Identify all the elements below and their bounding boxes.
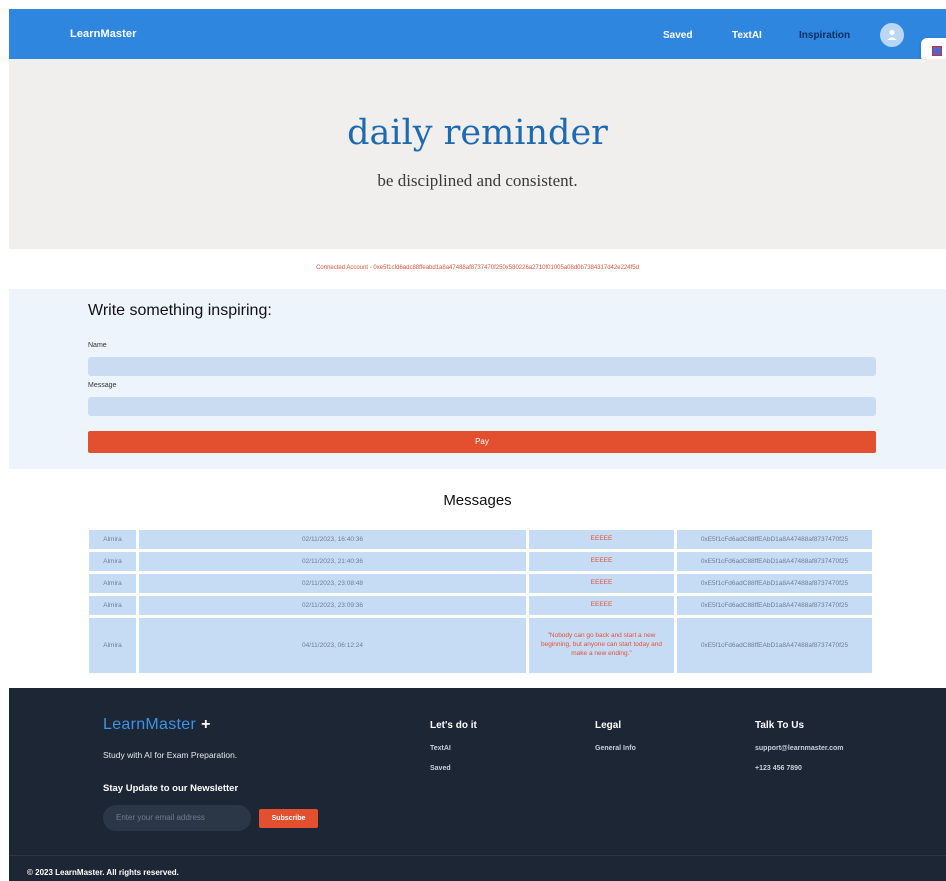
nav-textai[interactable]: TextAI (732, 30, 762, 41)
footer-brand[interactable]: LearnMaster + (103, 716, 211, 734)
table-row: Almira 02/11/2023, 23:09:36 EEEEE 0xE5f1… (89, 596, 875, 615)
row-name: Almira (89, 552, 136, 571)
extension-icon (932, 46, 942, 56)
footer-brand-plus: + (201, 716, 211, 733)
footer-tagline: Study with AI for Exam Preparation. (103, 750, 238, 760)
row-name: Almira (89, 574, 136, 593)
table-row: Almira 02/11/2023, 21:40:36 EEEEE 0xE5f1… (89, 552, 875, 571)
connected-account: Connected Account - 0xe5f1cfd6adc88ffeab… (316, 265, 639, 271)
table-row: Almira 02/11/2023, 23:08:48 EEEEE 0xE5f1… (89, 574, 875, 593)
user-icon (887, 29, 897, 40)
row-address: 0xE5f1cFd6adC88ffEAbD1a8A47488af8737470f… (677, 574, 872, 593)
row-message: EEEEE (529, 574, 674, 593)
nav-saved[interactable]: Saved (663, 30, 692, 41)
subscribe-button[interactable]: Subscribe (259, 809, 318, 828)
row-date: 02/11/2023, 21:40:36 (139, 552, 526, 571)
footer-link-phone[interactable]: +123 456 7890 (755, 765, 802, 772)
newsletter-title: Stay Update to our Newsletter (103, 783, 239, 794)
copyright: © 2023 LearnMaster. All rights reserved. (27, 868, 179, 877)
row-date: 02/11/2023, 23:08:48 (139, 574, 526, 593)
message-label: Message (88, 382, 117, 389)
pay-button[interactable]: Pay (88, 431, 876, 453)
footer-link-textai[interactable]: TextAI (430, 745, 451, 752)
footer-col-talk-title: Talk To Us (755, 720, 805, 731)
inspire-form: Write something inspiring: Name Message … (9, 289, 946, 469)
hero-subtitle: be disciplined and consistent. (377, 171, 578, 190)
footer-link-saved[interactable]: Saved (430, 765, 451, 772)
footer-link-general-info[interactable]: General Info (595, 745, 636, 752)
form-title: Write something inspiring: (88, 302, 272, 319)
name-input[interactable] (88, 357, 876, 376)
name-label: Name (88, 342, 107, 349)
row-name: Almira (89, 596, 136, 615)
row-date: 02/11/2023, 16:40:36 (139, 530, 526, 549)
footer-divider (9, 855, 946, 856)
row-address: 0xE5f1cFd6adC88ffEAbD1a8A47488af8737470f… (677, 552, 872, 571)
site-footer: LearnMaster + Study with AI for Exam Prep… (9, 688, 946, 881)
table-row: Almira 04/11/2023, 06:12:24 "Nobody can … (89, 618, 875, 673)
row-message: EEEEE (529, 530, 674, 549)
row-name: Almira (89, 530, 136, 549)
footer-link-email[interactable]: support@learnmaster.com (755, 745, 844, 752)
message-input[interactable] (88, 397, 876, 416)
row-address: 0xE5f1cFd6adC88ffEAbD1a8A47488af8737470f… (677, 618, 872, 673)
hero-title: daily reminder (347, 113, 608, 153)
row-date: 04/11/2023, 06:12:24 (139, 618, 526, 673)
row-date: 02/11/2023, 23:09:36 (139, 596, 526, 615)
messages-table: Almira 02/11/2023, 16:40:36 EEEEE 0xE5f1… (89, 530, 875, 676)
row-address: 0xE5f1cFd6adC88ffEAbD1a8A47488af8737470f… (677, 530, 872, 549)
newsletter-email-input[interactable]: Enter your email address (103, 805, 251, 831)
row-message: "Nobody can go back and start a new begi… (529, 618, 674, 673)
avatar[interactable] (880, 23, 904, 47)
table-row: Almira 02/11/2023, 16:40:36 EEEEE 0xE5f1… (89, 530, 875, 549)
top-navbar: LearnMaster Saved TextAI Inspiration (9, 9, 946, 59)
footer-col-legal-title: Legal (595, 720, 622, 731)
brand-logo[interactable]: LearnMaster (70, 28, 137, 40)
row-address: 0xE5f1cFd6adC88ffEAbD1a8A47488af8737470f… (677, 596, 872, 615)
messages-title: Messages (443, 492, 512, 509)
row-message: EEEEE (529, 552, 674, 571)
nav-inspiration[interactable]: Inspiration (799, 30, 850, 41)
footer-brand-name: LearnMaster (103, 716, 197, 733)
footer-col-letsdoit-title: Let's do it (430, 720, 477, 731)
row-message: EEEEE (529, 596, 674, 615)
row-name: Almira (89, 618, 136, 673)
hero-banner: daily reminder be disciplined and consis… (9, 59, 946, 249)
